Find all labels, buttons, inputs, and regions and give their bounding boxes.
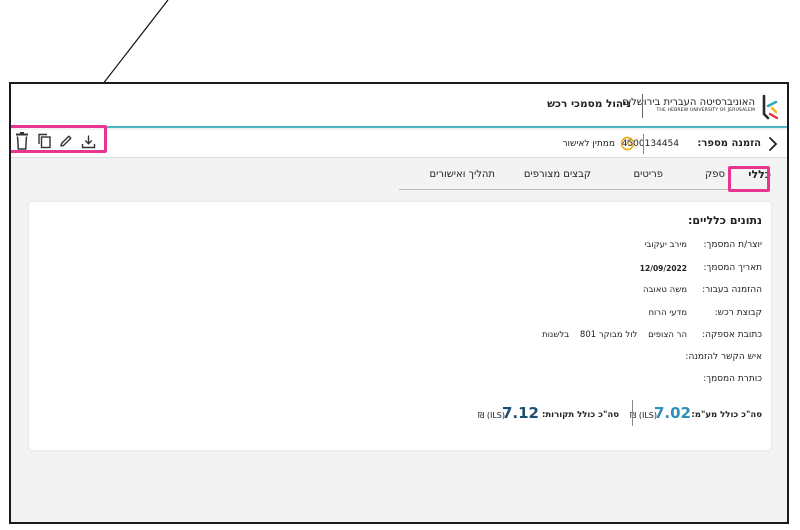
field-value-purchase-group: מדעי הרוח xyxy=(648,308,687,318)
copy-button[interactable] xyxy=(35,132,53,150)
field-value-date: 12/09/2022 xyxy=(639,264,687,273)
total-overhead-label: סה"כ כולל תקורות: xyxy=(541,410,619,420)
general-details-card: נתונים כלליים: יוצר/ת המסמך: מירב יעקובי… xyxy=(29,202,771,450)
tab-items[interactable]: פריטים xyxy=(634,169,663,180)
tab-general[interactable]: כללי xyxy=(748,168,771,181)
field-label-document-title: כותרת המסמך: xyxy=(703,374,762,384)
chevron-right-icon[interactable] xyxy=(765,136,781,152)
action-toolbar xyxy=(11,125,107,153)
app-title: ניהול מסמכי רכש xyxy=(547,98,631,110)
field-label-delivery-address: כתובת אספקה: xyxy=(702,330,762,340)
field-value-delivery-address: הר הצופים לול מבוקר 801 בלשנות xyxy=(542,330,687,340)
download-button[interactable] xyxy=(79,132,97,150)
clock-icon xyxy=(620,136,635,151)
delete-button[interactable] xyxy=(13,132,31,150)
field-label-date: תאריך המסמך: xyxy=(703,263,762,273)
total-vat-value: 7.02 xyxy=(653,404,691,422)
total-overhead-currency: ₪ (ILS) xyxy=(478,411,505,420)
top-header: האוניברסיטה העברית בירושלים THE HEBREW U… xyxy=(11,84,787,128)
total-vat-currency: ₪ (ILS) xyxy=(630,411,657,420)
university-logo[interactable]: האוניברסיטה העברית בירושלים THE HEBREW U… xyxy=(622,90,779,122)
pencil-icon xyxy=(60,135,72,147)
trash-icon xyxy=(16,132,28,150)
header-divider xyxy=(642,94,643,118)
tab-supplier[interactable]: ספק xyxy=(705,169,725,180)
field-label-purchase-group: קבוצת רכש: xyxy=(714,308,762,318)
section-title: נתונים כלליים: xyxy=(687,214,762,227)
order-divider xyxy=(643,134,644,154)
field-label-contact-person: איש הקשר להזמנה: xyxy=(685,352,762,362)
order-number-label: הזמנה מספר: xyxy=(697,138,761,149)
field-value-ordered-for: משה טאובה xyxy=(642,285,687,295)
tab-underline xyxy=(399,189,755,190)
tab-bar: כללי ספק פריטים קבצים מצורפים תהליך ואיש… xyxy=(11,160,787,190)
total-vat-label: סה"כ כולל מע"מ: xyxy=(691,410,762,420)
field-label-ordered-for: ההזמנה בעבור: xyxy=(702,285,762,295)
tab-process-approvals[interactable]: תהליך ואישורים xyxy=(429,169,495,180)
logo-mark-icon xyxy=(762,94,779,120)
edit-button[interactable] xyxy=(57,132,75,150)
order-bar: הזמנה מספר: 4500134454 ממתין לאישור xyxy=(11,125,787,158)
field-value-creator: מירב יעקובי xyxy=(644,240,687,250)
totals-divider xyxy=(632,400,633,426)
field-label-creator: יוצר/ת המסמך: xyxy=(703,240,762,250)
app-window: האוניברסיטה העברית בירושלים THE HEBREW U… xyxy=(9,82,789,524)
download-icon xyxy=(81,135,95,148)
total-overhead-value: 7.12 xyxy=(501,404,539,422)
tab-attachments[interactable]: קבצים מצורפים xyxy=(524,169,591,180)
status-badge: ממתין לאישור xyxy=(562,139,615,149)
copy-icon xyxy=(37,133,51,149)
